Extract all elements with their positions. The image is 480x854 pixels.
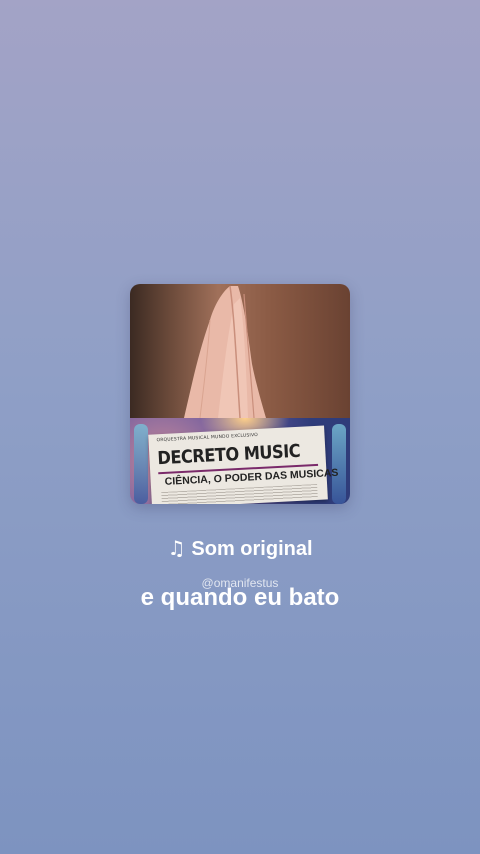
- original-sound-label[interactable]: ♫ Som original: [0, 536, 480, 561]
- praying-hands-photo: [130, 284, 350, 418]
- audio-label: Som original: [191, 538, 313, 560]
- decreto-music-poster: ORQUESTRA MUSICAL MUNDO EXCLUSIVO DECRET…: [130, 418, 350, 504]
- album-cover[interactable]: ORQUESTRA MUSICAL MUNDO EXCLUSIVO DECRET…: [130, 284, 350, 504]
- music-note-icon: ♫: [167, 536, 186, 560]
- lyric-caption: e quando eu bato: [140, 584, 340, 611]
- praying-hands-image: [184, 285, 266, 418]
- newspaper: ORQUESTRA MUSICAL MUNDO EXCLUSIVO DECRET…: [148, 425, 339, 504]
- cover-small-line: ORQUESTRA MUSICAL MUNDO EXCLUSIVO: [156, 432, 259, 444]
